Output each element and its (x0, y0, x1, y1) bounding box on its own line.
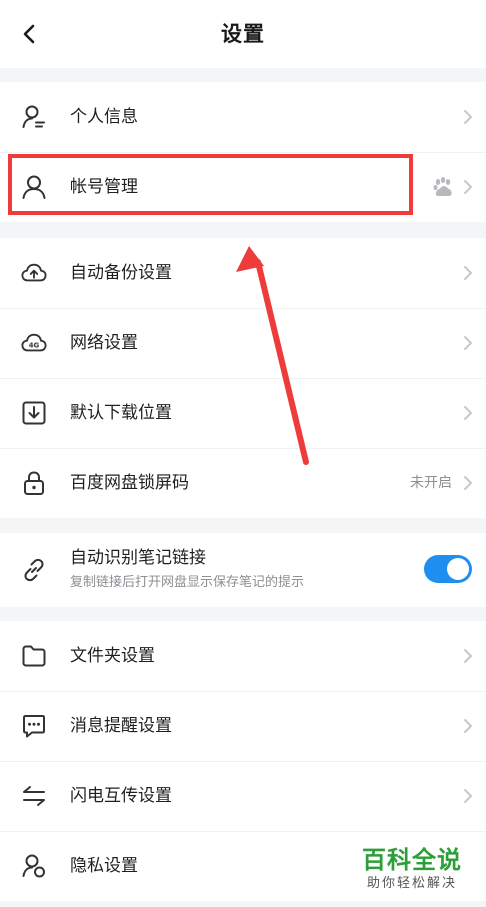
settings-row-message-reminder[interactable]: 消息提醒设置 (0, 691, 486, 761)
settings-row-flash-transfer[interactable]: 闪电互传设置 (0, 761, 486, 831)
svg-text:4G: 4G (29, 342, 40, 350)
download-icon (21, 400, 47, 426)
chevron-right-icon (464, 719, 472, 733)
settings-row-label: 消息提醒设置 (70, 716, 172, 736)
settings-row-label: 隐私设置 (70, 856, 138, 876)
settings-row-label: 闪电互传设置 (70, 786, 172, 806)
settings-row-network[interactable]: 4G 网络设置 (0, 308, 486, 378)
watermark-logo: 百科全说 助你轻松解决 (356, 845, 468, 901)
settings-row-sublabel: 复制链接后打开网盘显示保存笔记的提示 (70, 575, 305, 590)
chevron-right-icon (464, 406, 472, 420)
account-icon (21, 174, 47, 200)
settings-row-download-location[interactable]: 默认下载位置 (0, 378, 486, 448)
lock-icon (21, 470, 47, 496)
link-icon (21, 557, 47, 583)
chevron-right-icon (464, 180, 472, 194)
settings-row-label: 百度网盘锁屏码 (70, 473, 189, 493)
settings-group-account: 个人信息 帐号管理 (0, 82, 486, 222)
watermark-title: 百科全说 (362, 846, 462, 874)
chevron-right-icon (464, 110, 472, 124)
privacy-icon (21, 853, 47, 879)
lock-code-status: 未开启 (410, 475, 452, 491)
settings-row-note-link[interactable]: 自动识别笔记链接 复制链接后打开网盘显示保存笔记的提示 (0, 533, 486, 607)
settings-row-label: 自动识别笔记链接 (70, 548, 206, 568)
chevron-right-icon (464, 336, 472, 350)
header-bar: 设置 (0, 0, 486, 68)
chevron-right-icon (464, 649, 472, 663)
cloud-4g-icon: 4G (21, 330, 47, 356)
user-profile-icon (21, 104, 47, 130)
settings-row-personal-info[interactable]: 个人信息 (0, 82, 486, 152)
message-icon (21, 713, 47, 739)
settings-row-folder[interactable]: 文件夹设置 (0, 621, 486, 691)
chevron-right-icon (464, 266, 472, 280)
settings-row-label: 网络设置 (70, 333, 138, 353)
settings-row-account-management[interactable]: 帐号管理 (0, 152, 486, 222)
settings-row-label: 帐号管理 (70, 177, 138, 197)
settings-row-label: 默认下载位置 (70, 403, 172, 423)
transfer-arrows-icon (21, 783, 47, 809)
settings-group-general: 自动备份设置 4G 网络设置 默认下载位置 百度网盘锁屏码 未开启 (0, 238, 486, 518)
toggle-knob (447, 558, 469, 580)
settings-group-notes: 自动识别笔记链接 复制链接后打开网盘显示保存笔记的提示 (0, 533, 486, 607)
settings-row-auto-backup[interactable]: 自动备份设置 (0, 238, 486, 308)
settings-row-label: 文件夹设置 (70, 646, 155, 666)
chevron-right-icon (464, 789, 472, 803)
folder-icon (21, 643, 47, 669)
baidu-paw-icon (433, 177, 452, 196)
page-title: 设置 (221, 22, 265, 46)
settings-row-label: 自动备份设置 (70, 263, 172, 283)
settings-row-lock-code[interactable]: 百度网盘锁屏码 未开启 (0, 448, 486, 518)
chevron-right-icon (464, 476, 472, 490)
watermark-subtitle: 助你轻松解决 (366, 876, 457, 891)
settings-row-label: 个人信息 (70, 107, 138, 127)
note-link-toggle[interactable] (424, 555, 472, 583)
cloud-upload-icon (21, 260, 47, 286)
